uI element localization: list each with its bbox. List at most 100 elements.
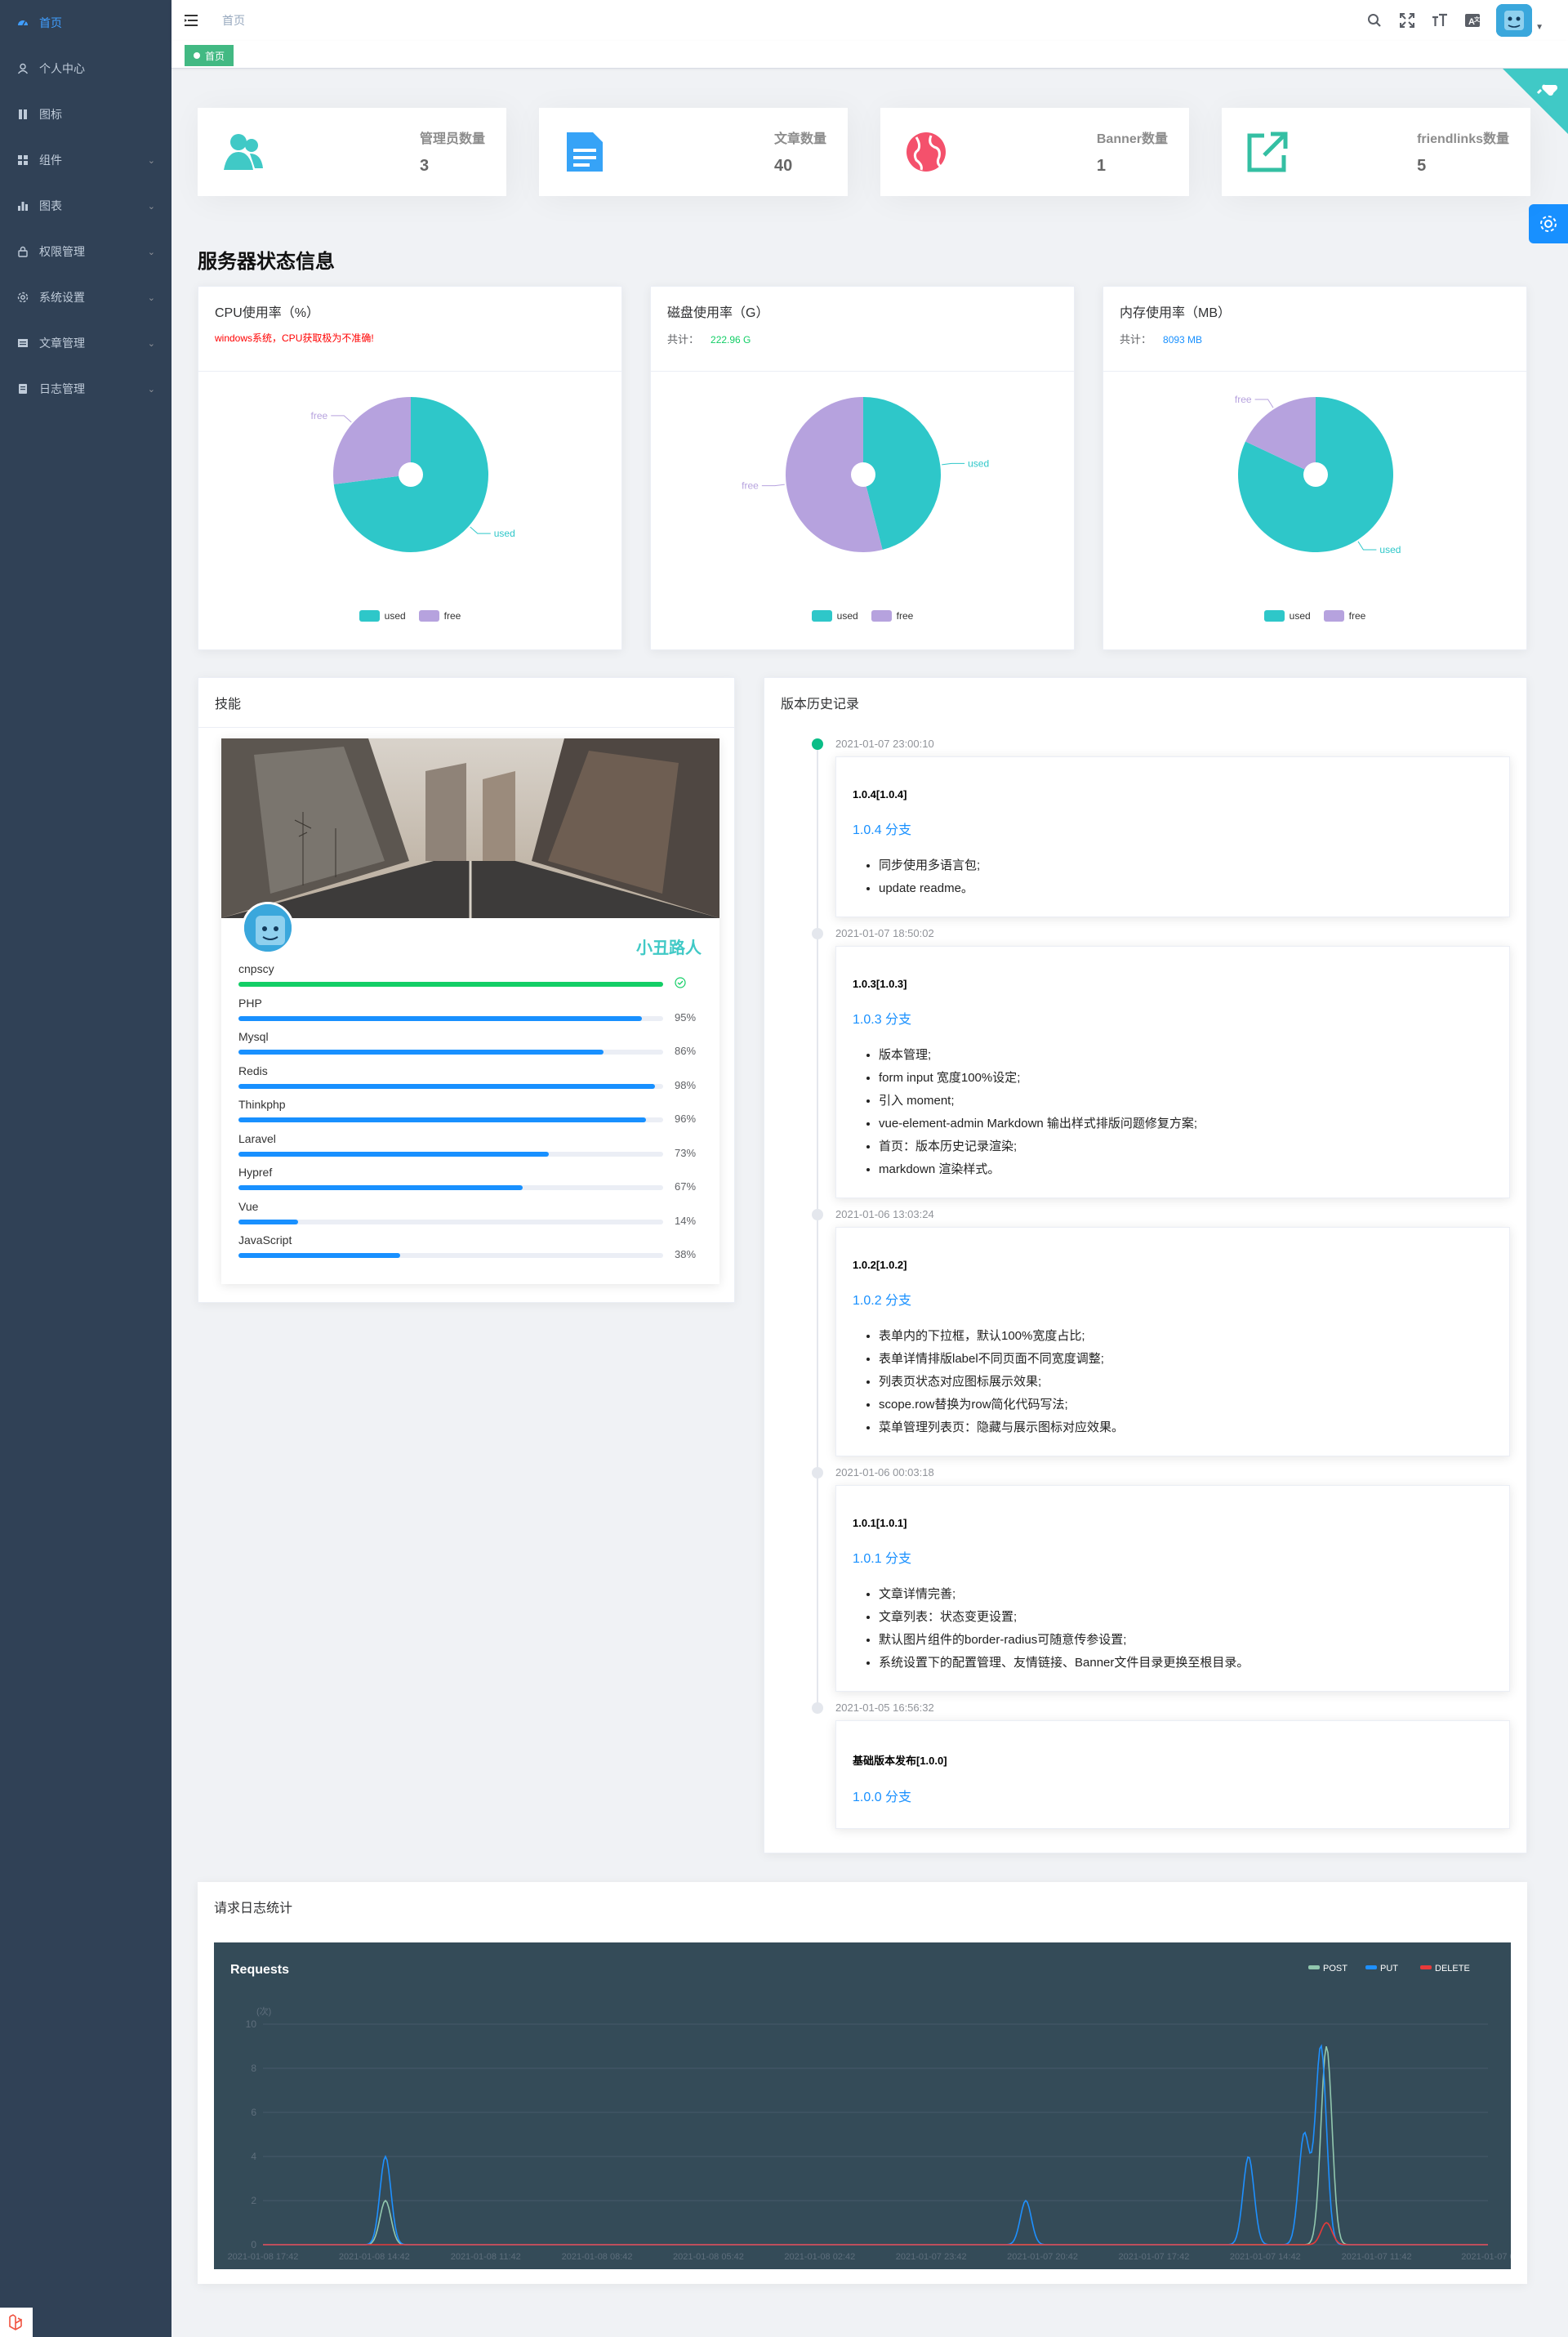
change-item: form input 宽度100%设定; [879,1067,1493,1090]
lock-icon [16,245,29,258]
timeline-card: 1.0.2[1.0.2] 1.0.2 分支表单内的下拉框，默认100%宽度占比;表… [835,1227,1510,1456]
tag-dot-icon [194,52,200,59]
legend-item-free[interactable]: free [1323,610,1366,622]
sidebar-item-label: 图表 [39,199,62,212]
icons-icon [16,108,29,121]
x-tick-label: 2021-01-08 08:42 [562,2252,633,2262]
hamburger-icon[interactable] [172,0,212,41]
change-item: scope.row替换为row简化代码写法; [879,1394,1493,1416]
sidebar-item-4[interactable]: 图表 ⌄ [0,183,172,229]
timeline-dot [812,1702,823,1714]
change-item: 列表页状态对应图标展示效果; [879,1371,1493,1394]
panel-3[interactable]: friendlinks数量 5 [1222,108,1530,196]
branch-link[interactable]: 1.0.0 分支 [853,1786,1493,1805]
timeline-line [817,742,818,1714]
legend-label: free [1348,610,1366,622]
skill-percent: 95% [675,1010,697,1024]
breadcrumb[interactable]: 首页 [222,12,245,29]
sidebar-item-8[interactable]: 日志管理 ⌄ [0,366,172,412]
branch-link[interactable]: 1.0.1 分支 [853,1547,1493,1567]
y-tick-label: 6 [251,2107,256,2118]
legend-item[interactable]: PUT [1365,1964,1398,1974]
skill-bar-fill [238,1253,400,1258]
series-line-put [263,2044,1488,2246]
change-item: markdown 渲染样式。 [879,1158,1493,1181]
legend-item-used[interactable]: used [359,610,406,622]
sidebar-item-3[interactable]: 组件 ⌄ [0,137,172,183]
sidebar-item-2[interactable]: 图标 [0,91,172,137]
version-title: 1.0.1[1.0.1] [853,1517,907,1529]
change-item: 文章列表：状态变更设置; [879,1606,1493,1629]
skill-bar-track [238,1117,663,1122]
panel-2[interactable]: Banner数量 1 [880,108,1189,196]
sidebar-item-5[interactable]: 权限管理 ⌄ [0,229,172,274]
user-profile-card: 小丑路人 cnpscy PHP 95% Mysql 86% Redis 98% Thinkph… [221,738,719,1284]
skill-bar-track [238,1083,663,1089]
document-icon [562,129,608,175]
panel-1[interactable]: 文章数量 40 [539,108,848,196]
settings-gear-icon[interactable] [1529,204,1568,243]
translate-icon[interactable]: A文 [1463,11,1481,29]
change-list: 文章详情完善;文章列表：状态变更设置;默认图片组件的border-radius可… [853,1583,1493,1675]
external-link-icon [1245,129,1290,175]
legend-swatch [871,610,892,622]
timeline-dot [812,1467,823,1478]
skill-name: PHP [238,996,262,1010]
legend-item[interactable]: POST [1308,1964,1348,1974]
branch-link[interactable]: 1.0.2 分支 [853,1289,1493,1309]
branch-link[interactable]: 1.0.3 分支 [853,1008,1493,1028]
tag-home[interactable]: 首页 [185,45,234,66]
laravel-logo-icon [0,2308,33,2337]
change-item: 首页：版本历史记录渲染; [879,1135,1493,1158]
skill-bar-track [238,1015,663,1021]
sidebar-item-label: 文章管理 [39,337,85,350]
skill-bar-fill [238,1015,642,1021]
caret-down-icon[interactable]: ▼ [1535,23,1544,32]
change-item: 文章详情完善; [879,1583,1493,1606]
version-title: 基础版本发布[1.0.0] [853,1755,947,1767]
timeline-dot [812,738,823,750]
sidebar-item-1[interactable]: 个人中心 [0,46,172,91]
avatar[interactable] [1496,4,1533,37]
timeline-timestamp: 2021-01-07 18:50:02 [835,927,934,939]
skill-name: cnpscy [238,962,274,975]
x-tick-label: 2021-01-07 23:42 [896,2252,967,2262]
fullscreen-icon[interactable] [1398,11,1416,29]
search-icon[interactable] [1365,11,1383,29]
pie-label-line [1254,399,1274,408]
skill-bar-track [238,1185,663,1190]
sidebar-item-6[interactable]: 系统设置 ⌄ [0,274,172,320]
change-item: 表单详情排版label不同页面不同宽度调整; [879,1348,1493,1371]
chevron-down-icon: ⌄ [147,155,155,166]
legend-swatch [811,610,832,622]
dashboard-icon [16,16,29,29]
legend-item-used[interactable]: used [811,610,858,622]
skill-row: Laravel 73% [238,1132,704,1165]
sidebar-item-0[interactable]: 首页 [0,0,172,46]
x-tick-label: 2021-01-07 14:42 [1230,2252,1301,2262]
skill-row: Hypref 67% [238,1166,704,1198]
change-list: 版本管理;form input 宽度100%设定;引入 moment;vue-e… [853,1044,1493,1181]
pie-legend: used free [198,610,621,622]
sidebar-menu: 首页 个人中心 图标 组件 ⌄ 图表 ⌄ 权限管理 ⌄ 系统设置 ⌄ 文章管理 ⌄ 日志管理 ⌄ [0,0,172,412]
sidebar-item-7[interactable]: 文章管理 ⌄ [0,320,172,366]
change-item: 默认图片组件的border-radius可随意传参设置; [879,1629,1493,1652]
legend-item-free[interactable]: free [871,610,913,622]
font-size-icon[interactable] [1431,11,1449,29]
server-card-sub-label: 共计： [1120,333,1152,346]
skill-row: PHP 95% [238,997,704,1029]
document-icon [16,337,29,350]
server-card-sub-value: windows系统，CPU获取极为不准确! [215,332,374,344]
version-title: 1.0.3[1.0.3] [853,978,907,990]
legend-item-free[interactable]: free [418,610,461,622]
server-card-head: CPU使用率（%） windows系统，CPU获取极为不准确! [198,287,621,372]
user-menu[interactable]: ▼ [1496,4,1544,37]
panel-0[interactable]: 管理员数量 3 [198,108,506,196]
legend-label: free [443,610,461,622]
server-card-0: CPU使用率（%） windows系统，CPU获取极为不准确! used free us… [198,286,622,650]
branch-link[interactable]: 1.0.4 分支 [853,818,1493,838]
legend-item[interactable]: DELETE [1420,1964,1470,1974]
pie-chart: used free [1235,394,1401,555]
y-axis-label: (次) [256,2005,271,2017]
legend-item-used[interactable]: used [1263,610,1311,622]
